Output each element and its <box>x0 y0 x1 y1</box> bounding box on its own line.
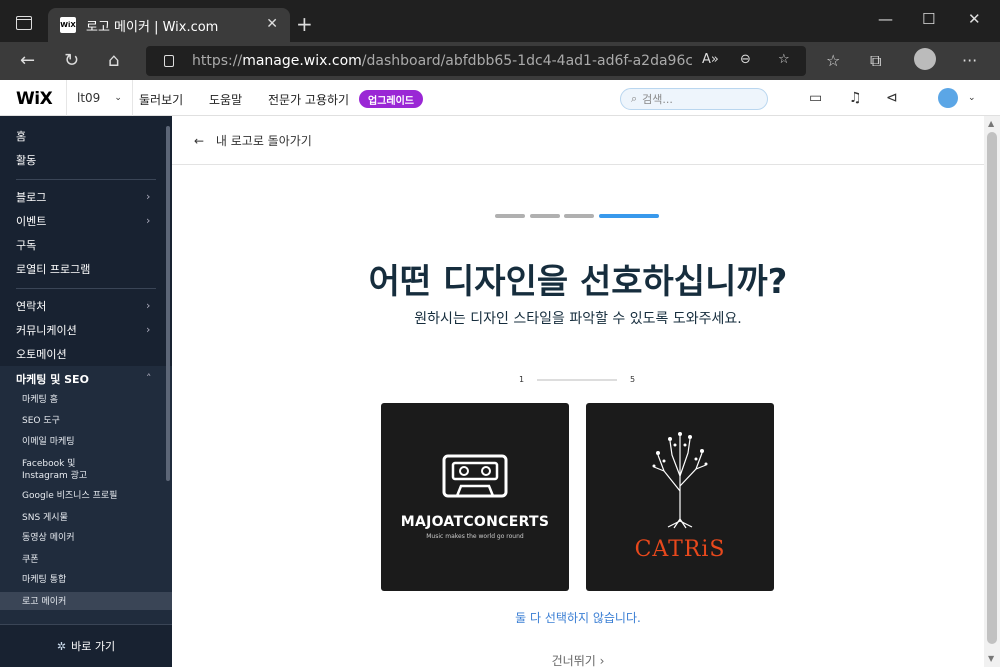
new-tab-icon[interactable]: + <box>296 12 313 36</box>
sidebar-sub-coupons[interactable]: 쿠폰 <box>22 554 39 566</box>
zoom-icon[interactable]: ⊖ <box>740 52 751 67</box>
scroll-down-icon[interactable]: ▼ <box>988 654 994 663</box>
sidebar-sub-marketing-home[interactable]: 마케팅 홈 <box>22 394 58 406</box>
chevron-right-icon: › <box>146 299 151 312</box>
progress-step-4 <box>599 214 659 218</box>
collections-icon[interactable]: ⧉ <box>870 51 881 71</box>
page-scrollbar[interactable]: ▲ ▼ <box>984 116 1000 667</box>
minimize-icon[interactable]: — <box>878 10 893 28</box>
scale-min: 1 <box>519 375 525 384</box>
read-aloud-icon[interactable]: A» <box>702 52 719 67</box>
sidebar-item-loyalty[interactable]: 로열티 프로그램 <box>16 261 90 277</box>
quick-access-button[interactable]: ✲ 바로 가기 <box>0 624 172 667</box>
sidebar-sub-facebook-ads[interactable]: Facebook 및 Instagram 광고 <box>22 458 87 482</box>
home-icon[interactable]: ⌂ <box>108 50 119 71</box>
back-arrow-icon[interactable]: ← <box>20 50 35 71</box>
wix-favicon: WiX <box>60 17 76 33</box>
skip-link[interactable]: 건너뛰기 › <box>172 652 984 667</box>
arrow-left-icon: ← <box>194 134 205 148</box>
sidebar-item-marketing-seo[interactable]: 마케팅 및 SEO <box>16 371 89 387</box>
sidebar-divider <box>16 179 156 180</box>
sidebar-item-home[interactable]: 홈 <box>16 128 26 144</box>
menu-hire-expert[interactable]: 전문가 고용하기 <box>268 91 349 108</box>
sidebar-item-contacts[interactable]: 연락처 <box>16 298 46 314</box>
site-selector[interactable]: lt09 ⌄ <box>66 80 133 116</box>
progress-step-2 <box>530 214 560 218</box>
catris-brand: CATRiS <box>634 537 726 562</box>
search-placeholder: 검색... <box>642 93 673 106</box>
chevron-right-icon: › <box>146 214 151 227</box>
close-window-icon[interactable]: ✕ <box>968 10 981 28</box>
chevron-down-icon: ⌄ <box>114 93 122 103</box>
chat-icon[interactable]: ▭ <box>809 90 822 106</box>
browser-tab[interactable]: WiX 로고 메이커 | Wix.com ✕ <box>48 8 290 42</box>
sidebar-sub-email-marketing[interactable]: 이메일 마케팅 <box>22 436 75 448</box>
account-chevron-icon[interactable]: ⌄ <box>968 93 976 103</box>
close-tab-icon[interactable]: ✕ <box>266 16 278 32</box>
tree-icon <box>652 432 708 529</box>
logo-option-catris[interactable]: CATRiS <box>586 403 774 591</box>
tab-strip: WiX 로고 메이커 | Wix.com ✕ + — ☐ ✕ <box>0 0 1000 42</box>
maximize-icon[interactable]: ☐ <box>922 10 935 28</box>
menu-explore[interactable]: 둘러보기 <box>139 91 183 108</box>
search-icon: ⌕ <box>631 92 638 105</box>
main-content: ← 내 로고로 돌아가기 어떤 디자인을 선호하십니까? 원하시는 디자인 스타… <box>172 116 984 667</box>
site-name: lt09 <box>77 91 101 105</box>
back-link-label: 내 로고로 돌아가기 <box>215 134 312 148</box>
back-to-logos-link[interactable]: ← 내 로고로 돌아가기 <box>194 132 312 149</box>
neither-option-link[interactable]: 둘 다 선택하지 않습니다. <box>172 609 984 626</box>
sidebar-item-blog[interactable]: 블로그 <box>16 189 46 205</box>
sidebar-sub-social-posts[interactable]: SNS 게시물 <box>22 512 68 524</box>
progress-step-3 <box>564 214 594 218</box>
sidebar-item-activity[interactable]: 활동 <box>16 152 36 168</box>
account-avatar[interactable] <box>938 88 958 108</box>
sidebar-scrollbar[interactable] <box>166 126 170 481</box>
chevron-up-icon[interactable]: ˄ <box>146 372 152 385</box>
sidebar-sub-seo-tools[interactable]: SEO 도구 <box>22 415 60 427</box>
wix-logo[interactable]: WiX <box>16 89 53 109</box>
lock-icon[interactable] <box>164 55 174 67</box>
reload-icon[interactable]: ↻ <box>64 50 79 71</box>
scrollbar-thumb[interactable] <box>987 132 997 644</box>
announcements-icon[interactable]: ⊲ <box>886 90 898 106</box>
header-divider <box>172 164 984 165</box>
chevron-right-icon: › <box>146 190 151 203</box>
search-input[interactable]: ⌕ 검색... <box>620 88 768 110</box>
sidebar-sub-video-maker[interactable]: 동영상 메이커 <box>22 532 75 544</box>
sidebar-sub-logo-maker[interactable]: 로고 메이커 <box>22 596 66 608</box>
logo-option-majoat[interactable]: MAJOATCONCERTS Music makes the world go … <box>381 403 569 591</box>
progress-step-1 <box>495 214 525 218</box>
scroll-up-icon[interactable]: ▲ <box>988 119 994 128</box>
scale-max: 5 <box>630 375 636 384</box>
sidebar-item-subscriptions[interactable]: 구독 <box>16 237 36 253</box>
more-menu-icon[interactable]: ··· <box>962 51 977 70</box>
cassette-icon <box>442 454 508 498</box>
sidebar-divider <box>16 288 156 289</box>
tab-title: 로고 메이커 | Wix.com <box>86 19 219 35</box>
favorites-icon[interactable]: ☆ <box>826 51 840 70</box>
quick-access-label: 바로 가기 <box>71 640 116 653</box>
add-favorite-icon[interactable]: ☆ <box>778 52 790 67</box>
majoat-tagline: Music makes the world go round <box>426 533 524 540</box>
profile-avatar[interactable] <box>914 48 936 70</box>
menu-help[interactable]: 도움말 <box>209 91 242 108</box>
sidebar: 홈 활동 블로그 › 이벤트 › 구독 로열티 프로그램 연락처 › 커뮤니케이… <box>0 116 172 667</box>
sparkle-icon: ✲ <box>56 639 67 653</box>
majoat-brand: MAJOATCONCERTS <box>400 514 550 530</box>
sidebar-item-events[interactable]: 이벤트 <box>16 213 46 229</box>
tab-actions-icon[interactable] <box>16 16 32 30</box>
chevron-right-icon: › <box>146 323 151 336</box>
url-field[interactable]: https://manage.wix.com/dashboard/abfdbb6… <box>146 46 806 76</box>
sidebar-sub-marketing-integrations[interactable]: 마케팅 통합 <box>22 574 66 586</box>
sidebar-item-automations[interactable]: 오토메이션 <box>16 346 67 362</box>
address-bar: ← ↻ ⌂ https://manage.wix.com/dashboard/a… <box>0 42 1000 80</box>
page-subtitle: 원하시는 디자인 스타일을 파악할 수 있도록 도와주세요. <box>414 311 742 327</box>
url-text: https://manage.wix.com/dashboard/abfdbb6… <box>192 53 692 69</box>
upgrade-button[interactable]: 업그레이드 <box>359 90 423 108</box>
sidebar-sub-google-business[interactable]: Google 비즈니스 프로필 <box>22 490 117 502</box>
page-title: 어떤 디자인을 선호하십니까? <box>368 262 788 302</box>
preference-scale[interactable] <box>537 379 617 381</box>
sidebar-item-communications[interactable]: 커뮤니케이션 <box>16 322 77 338</box>
notifications-bell-icon[interactable]: ♫ <box>849 90 862 106</box>
